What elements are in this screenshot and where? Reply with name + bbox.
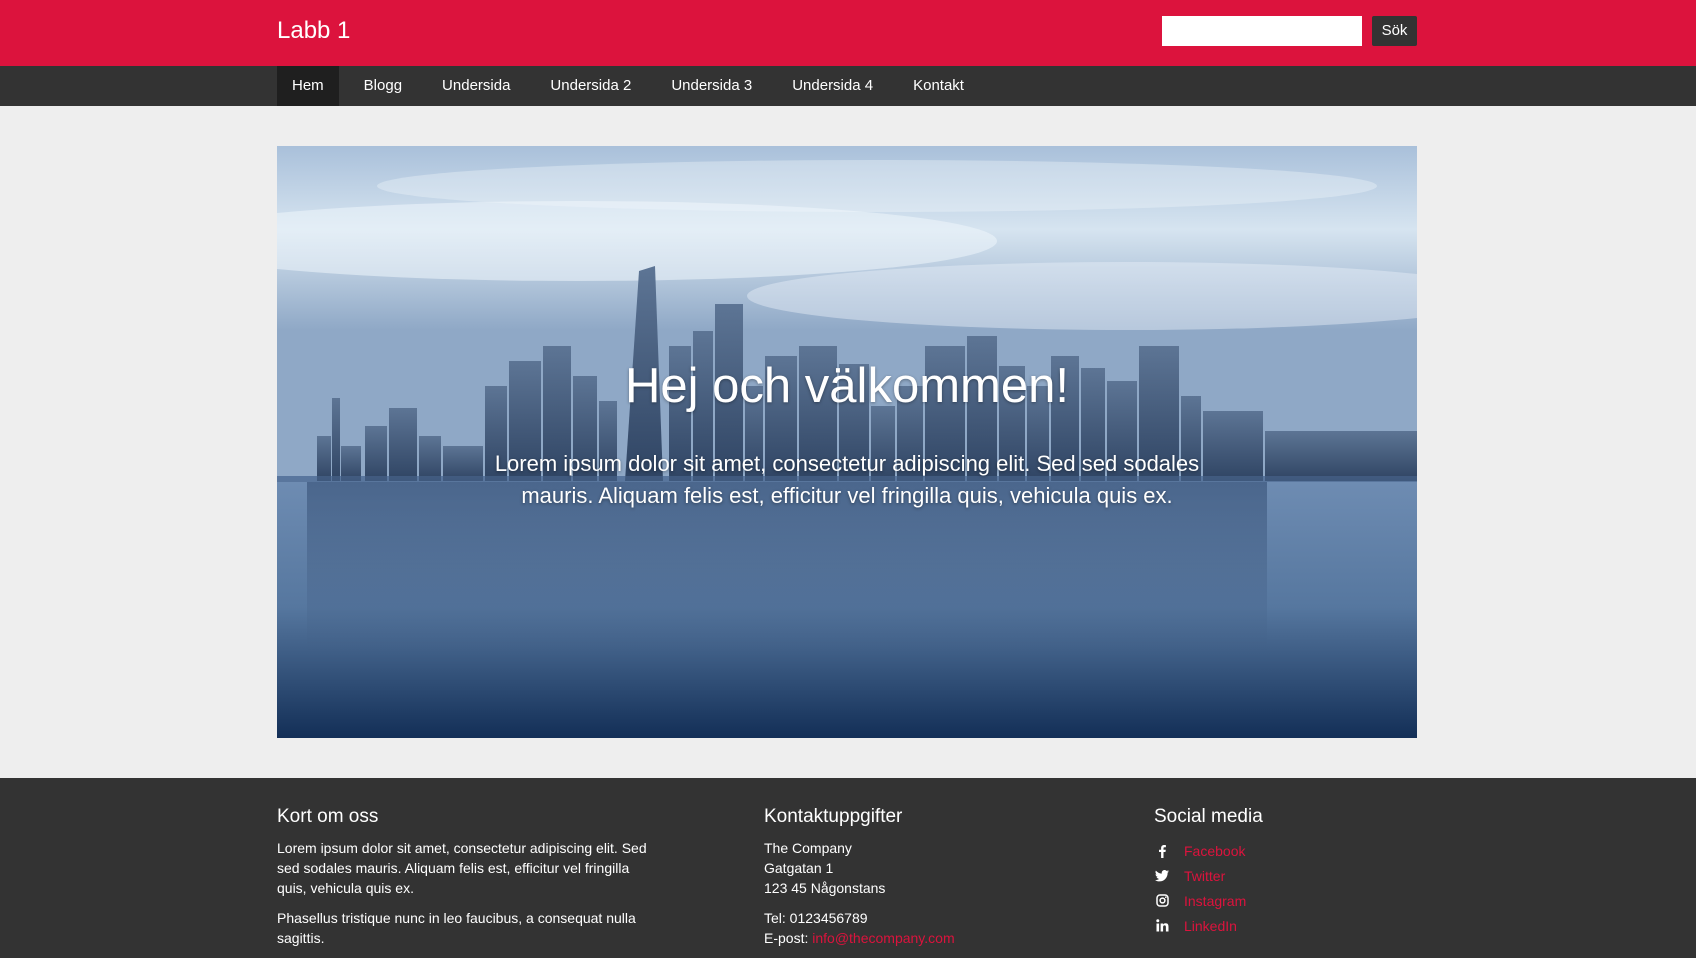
social-label[interactable]: Instagram	[1184, 893, 1246, 909]
hero-banner: Hej och välkommen! Lorem ipsum dolor sit…	[277, 146, 1417, 738]
social-label[interactable]: LinkedIn	[1184, 918, 1237, 934]
about-heading: Kort om oss	[277, 806, 379, 827]
nav-item-blogg[interactable]: Blogg	[349, 66, 417, 106]
email-label: E-post:	[764, 930, 809, 946]
search-input[interactable]	[1162, 16, 1362, 46]
hero-text: Lorem ipsum dolor sit amet, consectetur …	[494, 451, 1200, 508]
contact-email-row: E-post: info@thecompany.com	[764, 928, 1064, 948]
footer-contact: Kontaktuppgifter The Company Gatgatan 1 …	[764, 806, 1064, 948]
facebook-icon	[1154, 843, 1170, 859]
twitter-icon	[1154, 868, 1170, 884]
footer: Kort om oss Lorem ipsum dolor sit amet, …	[0, 778, 1696, 958]
about-paragraph-1: Lorem ipsum dolor sit amet, consectetur …	[277, 840, 647, 896]
nav-item-undersida-4[interactable]: Undersida 4	[777, 66, 888, 106]
main-navigation: Hem Blogg Undersida Undersida 2 Undersid…	[0, 66, 1696, 106]
contact-heading: Kontaktuppgifter	[764, 806, 903, 827]
nav-item-kontakt[interactable]: Kontakt	[898, 66, 979, 106]
social-label[interactable]: Twitter	[1184, 868, 1225, 884]
social-label[interactable]: Facebook	[1184, 843, 1245, 859]
top-header: Labb 1 Sök	[0, 0, 1696, 66]
nav-list: Hem Blogg Undersida Undersida 2 Undersid…	[277, 66, 989, 106]
footer-social: Social media Facebook Twitter Instagram …	[1154, 806, 1414, 938]
contact-phone: Tel: 0123456789	[764, 910, 868, 926]
footer-about: Kort om oss Lorem ipsum dolor sit amet, …	[277, 806, 657, 958]
social-heading: Social media	[1154, 806, 1263, 827]
search-button[interactable]: Sök	[1372, 16, 1417, 46]
hero-title: Hej och välkommen!	[625, 359, 1069, 413]
social-item-twitter[interactable]: Twitter	[1154, 863, 1414, 888]
social-item-instagram[interactable]: Instagram	[1154, 888, 1414, 913]
linkedin-icon	[1154, 918, 1170, 934]
city-skyline-image	[277, 146, 1417, 738]
email-link[interactable]: info@thecompany.com	[812, 930, 954, 946]
site-title[interactable]: Labb 1	[277, 17, 350, 45]
contact-street: Gatgatan 1	[764, 860, 834, 876]
social-item-linkedin[interactable]: LinkedIn	[1154, 913, 1414, 938]
contact-postal: 123 45 Någonstans	[764, 880, 886, 896]
social-item-facebook[interactable]: Facebook	[1154, 838, 1414, 863]
nav-item-undersida[interactable]: Undersida	[427, 66, 525, 106]
about-paragraph-2: Phasellus tristique nunc in leo faucibus…	[277, 910, 636, 946]
nav-item-hem[interactable]: Hem	[277, 66, 339, 106]
nav-item-undersida-3[interactable]: Undersida 3	[656, 66, 767, 106]
nav-item-undersida-2[interactable]: Undersida 2	[535, 66, 646, 106]
contact-company: The Company	[764, 840, 852, 856]
instagram-icon	[1154, 893, 1170, 909]
